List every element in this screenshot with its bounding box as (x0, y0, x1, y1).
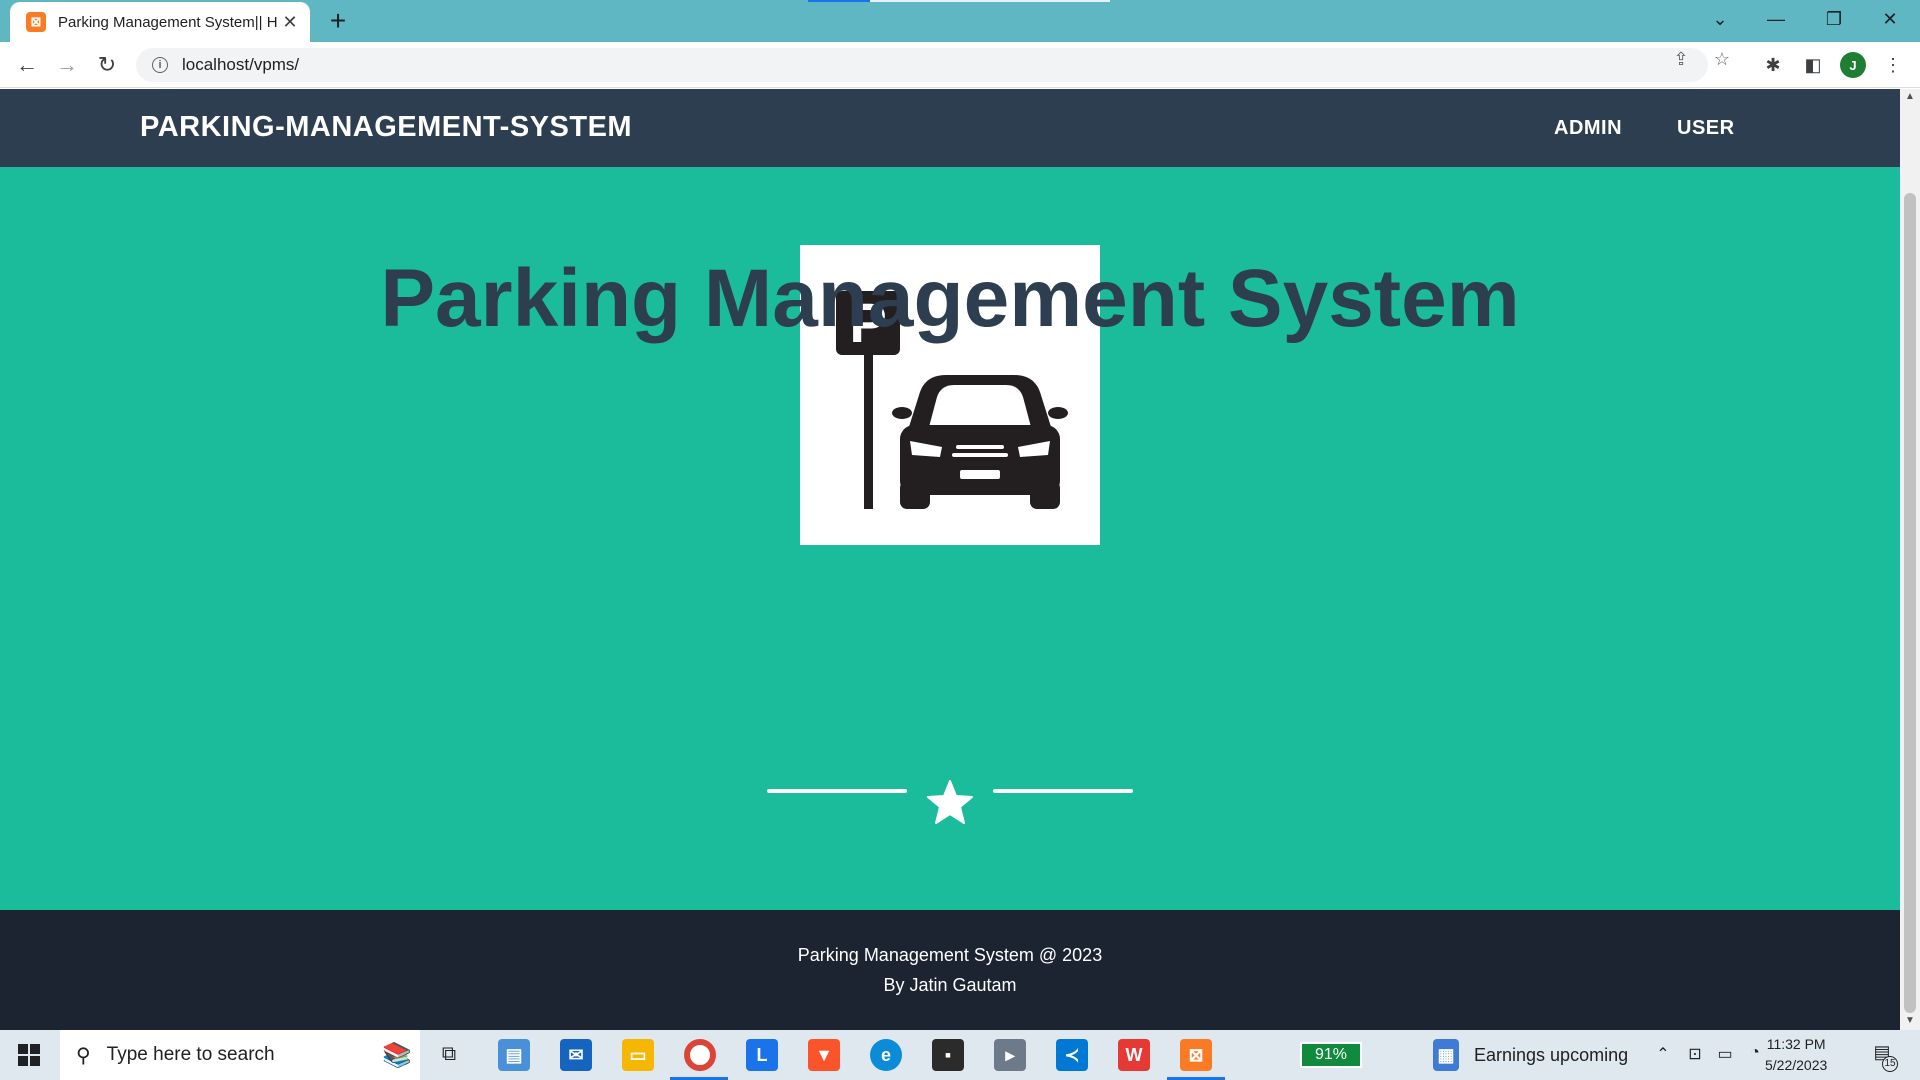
scrollbar-thumb[interactable] (1904, 193, 1916, 1013)
minimize-button[interactable]: — (1756, 4, 1796, 34)
windows-start-icon[interactable] (18, 1044, 40, 1066)
new-tab-button[interactable]: + (324, 6, 352, 36)
nav-user-link[interactable]: USER (1677, 117, 1735, 140)
share-icon[interactable]: ⇪ (1670, 49, 1692, 70)
extensions-icon[interactable]: ✱ (1758, 50, 1788, 80)
browser-toolbar: ← → ↻ i localhost/vpms/ ⇪ ☆ ✱ ◧ ⋮ (0, 42, 1920, 88)
close-tab-icon[interactable]: ✕ (280, 12, 300, 33)
divider-line-right (993, 789, 1133, 793)
notification-center-icon[interactable]: ▤ 15 (1868, 1042, 1898, 1072)
hero-section: P Parking Management System (0, 167, 1900, 910)
xampp-icon[interactable]: ⊠ (1180, 1039, 1212, 1071)
edge-icon[interactable]: e (870, 1039, 902, 1071)
footer-author: By Jatin Gautam (883, 975, 1017, 995)
task-view-icon[interactable]: ⧉ (438, 1043, 460, 1066)
side-panel-icon[interactable]: ◧ (1798, 50, 1828, 80)
back-button[interactable]: ← (12, 50, 42, 80)
wps-icon[interactable]: W (1118, 1039, 1150, 1071)
meet-now-icon[interactable]: ⊡ (1684, 1044, 1706, 1064)
browser-tab[interactable]: ⊠ Parking Management System|| Ho ✕ (10, 2, 310, 42)
profile-avatar[interactable]: J (1840, 52, 1866, 78)
site-footer: Parking Management System @ 2023 By Jati… (0, 910, 1900, 1030)
sticky-notes-icon[interactable]: ▪ (932, 1039, 964, 1071)
site-info-icon[interactable]: i (152, 57, 168, 73)
site-brand[interactable]: PARKING-MANAGEMENT-SYSTEM (140, 111, 632, 144)
search-icon: ⚲ (76, 1044, 91, 1067)
windows-taskbar: ⚲ Type here to search 📚 ⧉ ▤ ✉ ▭ L ▼ e ▪ … (0, 1030, 1920, 1080)
browser-menu-icon[interactable]: ⋮ (1878, 50, 1908, 80)
clock-time: 11:32 PM (1766, 1036, 1826, 1052)
l-app-icon[interactable]: L (746, 1039, 778, 1071)
system-clock[interactable]: 11:32 PM 5/22/2023 (1765, 1034, 1827, 1076)
brave-icon[interactable]: ▼ (808, 1039, 840, 1071)
forward-button[interactable]: → (52, 50, 82, 80)
bookmark-star-icon[interactable]: ☆ (1711, 49, 1733, 70)
taskbar-search-box[interactable]: ⚲ Type here to search 📚 (60, 1030, 420, 1080)
clock-date: 5/22/2023 (1765, 1057, 1828, 1073)
divider-line-left (767, 789, 907, 793)
files-icon[interactable]: ▤ (498, 1039, 530, 1071)
loading-indicator (808, 0, 870, 2)
mail-icon[interactable]: ✉ (560, 1039, 592, 1071)
xampp-favicon-icon: ⊠ (26, 12, 46, 32)
scroll-up-icon[interactable]: ▲ (1904, 91, 1916, 102)
news-widget-icon[interactable]: ▦ (1433, 1039, 1459, 1071)
site-navbar: PARKING-MANAGEMENT-SYSTEM ADMIN USER (0, 89, 1900, 167)
chrome-icon[interactable] (684, 1039, 716, 1071)
restore-button[interactable]: ❐ (1814, 4, 1854, 34)
page-scrollbar[interactable]: ▲ ▼ (1900, 89, 1920, 1030)
battery-widget[interactable]: 91% (1300, 1042, 1362, 1068)
search-placeholder: Type here to search (106, 1044, 275, 1065)
tab-search-icon[interactable]: ⌄ (1700, 4, 1740, 34)
browser-tab-strip: ⊠ Parking Management System|| Ho ✕ + ⌄ —… (0, 0, 1920, 42)
news-widget-text[interactable]: Earnings upcoming (1474, 1045, 1628, 1066)
wifi-icon[interactable]: ◔ (1744, 1044, 1766, 1062)
footer-copyright: Parking Management System @ 2023 (797, 945, 1103, 965)
url-text[interactable]: localhost/vpms/ (182, 55, 299, 75)
reload-button[interactable]: ↻ (92, 50, 122, 80)
tab-title: Parking Management System|| Ho (58, 13, 278, 31)
hero-title: Parking Management System (380, 253, 1520, 344)
nav-admin-link[interactable]: ADMIN (1554, 117, 1622, 140)
address-bar[interactable]: i localhost/vpms/ (136, 48, 1708, 82)
show-hidden-icons[interactable]: ⌃ (1652, 1044, 1674, 1064)
media-icon[interactable]: ▸ (994, 1039, 1026, 1071)
page-viewport: PARKING-MANAGEMENT-SYSTEM ADMIN USER P P… (0, 89, 1900, 1030)
notification-count: 15 (1882, 1056, 1898, 1072)
file-explorer-icon[interactable]: ▭ (622, 1039, 654, 1071)
battery-icon[interactable]: ▭ (1714, 1044, 1736, 1064)
loading-indicator-track (870, 0, 1110, 2)
star-icon (927, 780, 973, 824)
search-highlight-icon: 📚 (382, 1041, 412, 1069)
scroll-down-icon[interactable]: ▼ (1904, 1015, 1916, 1026)
close-window-button[interactable]: ✕ (1870, 4, 1910, 34)
vscode-icon[interactable]: ≺ (1056, 1039, 1088, 1071)
